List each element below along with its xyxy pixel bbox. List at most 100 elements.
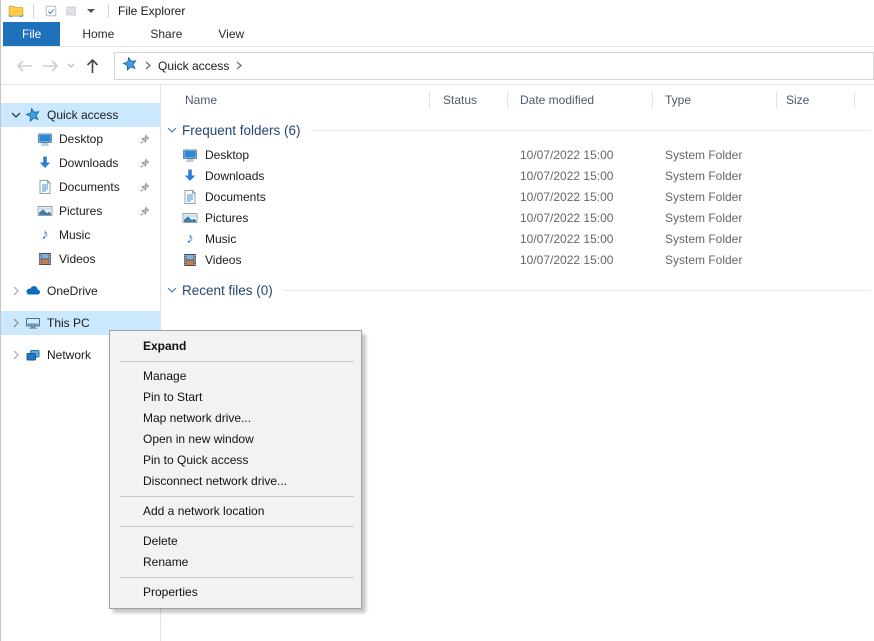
file-type: System Folder bbox=[653, 232, 777, 246]
chevron-down-icon[interactable] bbox=[7, 112, 25, 119]
group-header-recent-files[interactable]: Recent files (0) bbox=[167, 280, 874, 300]
sidebar-item-label: Music bbox=[59, 228, 90, 242]
context-menu-item-expand[interactable]: Expand bbox=[110, 336, 361, 357]
group-title: Frequent folders (6) bbox=[182, 123, 301, 138]
new-folder-icon[interactable] bbox=[61, 2, 81, 20]
back-arrow-icon[interactable] bbox=[11, 53, 37, 79]
pictures-folder-icon bbox=[37, 203, 53, 219]
pin-icon bbox=[139, 133, 151, 145]
sidebar-item-onedrive[interactable]: OneDrive bbox=[1, 279, 160, 303]
file-name: Downloads bbox=[205, 169, 264, 183]
file-row-pictures[interactable]: Pictures 10/07/2022 15:00 System Folder bbox=[161, 207, 874, 228]
file-type: System Folder bbox=[653, 169, 777, 183]
address-bar[interactable]: Quick access bbox=[114, 52, 874, 80]
onedrive-cloud-icon bbox=[25, 283, 41, 299]
customize-quick-access-chevron-icon[interactable] bbox=[81, 2, 101, 20]
this-pc-monitor-icon bbox=[25, 315, 41, 331]
group-divider-line bbox=[283, 290, 870, 291]
properties-icon[interactable] bbox=[41, 2, 61, 20]
chevron-right-icon[interactable] bbox=[7, 286, 25, 296]
column-header-row: Name Status Date modified Type Size bbox=[161, 85, 874, 115]
column-header-status[interactable]: Status bbox=[430, 85, 508, 115]
file-row-documents[interactable]: Documents 10/07/2022 15:00 System Folder bbox=[161, 186, 874, 207]
context-menu-item-map-network-drive[interactable]: Map network drive... bbox=[110, 408, 361, 429]
file-date-modified: 10/07/2022 15:00 bbox=[508, 190, 653, 204]
sidebar-item-label: Downloads bbox=[59, 156, 118, 170]
file-name: Documents bbox=[205, 190, 266, 204]
tab-file[interactable]: File bbox=[3, 22, 60, 46]
file-type: System Folder bbox=[653, 253, 777, 267]
music-folder-icon: ♪ bbox=[37, 227, 53, 243]
sidebar-item-label: Desktop bbox=[59, 132, 103, 146]
column-header-name[interactable]: Name bbox=[161, 85, 430, 115]
pictures-folder-icon bbox=[182, 210, 198, 226]
forward-arrow-icon[interactable] bbox=[37, 53, 63, 79]
sidebar-item-downloads[interactable]: Downloads bbox=[1, 151, 160, 175]
documents-folder-icon bbox=[37, 179, 53, 195]
file-date-modified: 10/07/2022 15:00 bbox=[508, 211, 653, 225]
file-row-music[interactable]: ♪Music 10/07/2022 15:00 System Folder bbox=[161, 228, 874, 249]
window-title: File Explorer bbox=[118, 4, 185, 18]
tab-share[interactable]: Share bbox=[136, 22, 196, 46]
context-menu: Expand Manage Pin to Start Map network d… bbox=[109, 330, 362, 609]
file-row-videos[interactable]: Videos 10/07/2022 15:00 System Folder bbox=[161, 249, 874, 270]
sidebar-item-desktop[interactable]: Desktop bbox=[1, 127, 160, 151]
context-menu-item-open-in-new-window[interactable]: Open in new window bbox=[110, 429, 361, 450]
file-date-modified: 10/07/2022 15:00 bbox=[508, 148, 653, 162]
up-arrow-icon[interactable] bbox=[79, 53, 105, 79]
file-name: Pictures bbox=[205, 211, 248, 225]
chevron-right-icon[interactable] bbox=[7, 318, 25, 328]
file-explorer-window: File Explorer File Home Share View Quic bbox=[0, 0, 874, 641]
column-header-type[interactable]: Type bbox=[653, 85, 777, 115]
sidebar-item-label: Quick access bbox=[47, 108, 118, 122]
chevron-down-icon[interactable] bbox=[167, 127, 177, 134]
downloads-folder-icon bbox=[37, 155, 53, 171]
qat-separator bbox=[108, 4, 109, 18]
sidebar-item-label: Network bbox=[47, 348, 91, 362]
sidebar-item-quick-access[interactable]: Quick access bbox=[1, 103, 160, 127]
file-name: Videos bbox=[205, 253, 241, 267]
file-name: Desktop bbox=[205, 148, 249, 162]
context-menu-item-pin-to-quick-access[interactable]: Pin to Quick access bbox=[110, 450, 361, 471]
context-menu-item-pin-to-start[interactable]: Pin to Start bbox=[110, 387, 361, 408]
column-header-size[interactable]: Size bbox=[777, 85, 855, 115]
file-row-downloads[interactable]: Downloads 10/07/2022 15:00 System Folder bbox=[161, 165, 874, 186]
sidebar-item-label: This PC bbox=[47, 316, 90, 330]
file-row-desktop[interactable]: Desktop 10/07/2022 15:00 System Folder bbox=[161, 144, 874, 165]
context-menu-item-add-a-network-location[interactable]: Add a network location bbox=[110, 501, 361, 522]
ribbon-tab-strip: File Home Share View bbox=[1, 22, 874, 47]
context-menu-separator bbox=[120, 361, 354, 362]
context-menu-separator bbox=[120, 496, 354, 497]
sidebar-item-label: Pictures bbox=[59, 204, 102, 218]
sidebar-item-pictures[interactable]: Pictures bbox=[1, 199, 160, 223]
column-header-date-modified[interactable]: Date modified bbox=[508, 85, 653, 115]
sidebar-item-music[interactable]: ♪ Music bbox=[1, 223, 160, 247]
breadcrumb-item[interactable]: Quick access bbox=[158, 59, 229, 73]
file-type: System Folder bbox=[653, 190, 777, 204]
pin-icon bbox=[139, 181, 151, 193]
quick-access-star-icon bbox=[122, 56, 138, 75]
videos-folder-icon bbox=[37, 251, 53, 267]
context-menu-item-delete[interactable]: Delete bbox=[110, 531, 361, 552]
sidebar-item-videos[interactable]: Videos bbox=[1, 247, 160, 271]
context-menu-item-rename[interactable]: Rename bbox=[110, 552, 361, 573]
recent-locations-chevron-icon[interactable] bbox=[63, 53, 79, 79]
group-header-frequent-folders[interactable]: Frequent folders (6) bbox=[167, 120, 874, 140]
tab-view[interactable]: View bbox=[204, 22, 258, 46]
file-name: Music bbox=[205, 232, 236, 246]
context-menu-item-disconnect-network-drive[interactable]: Disconnect network drive... bbox=[110, 471, 361, 492]
context-menu-item-manage[interactable]: Manage bbox=[110, 366, 361, 387]
file-date-modified: 10/07/2022 15:00 bbox=[508, 232, 653, 246]
breadcrumb-chevron-icon[interactable] bbox=[236, 61, 242, 70]
chevron-right-icon[interactable] bbox=[7, 350, 25, 360]
titlebar: File Explorer bbox=[1, 0, 874, 22]
tab-home[interactable]: Home bbox=[68, 22, 128, 46]
sidebar-item-documents[interactable]: Documents bbox=[1, 175, 160, 199]
videos-folder-icon bbox=[182, 252, 198, 268]
chevron-down-icon[interactable] bbox=[167, 287, 177, 294]
desktop-folder-icon bbox=[37, 131, 53, 147]
context-menu-item-properties[interactable]: Properties bbox=[110, 582, 361, 603]
breadcrumb-chevron-icon bbox=[145, 61, 151, 70]
file-type: System Folder bbox=[653, 211, 777, 225]
quick-access-star-icon bbox=[25, 107, 41, 123]
